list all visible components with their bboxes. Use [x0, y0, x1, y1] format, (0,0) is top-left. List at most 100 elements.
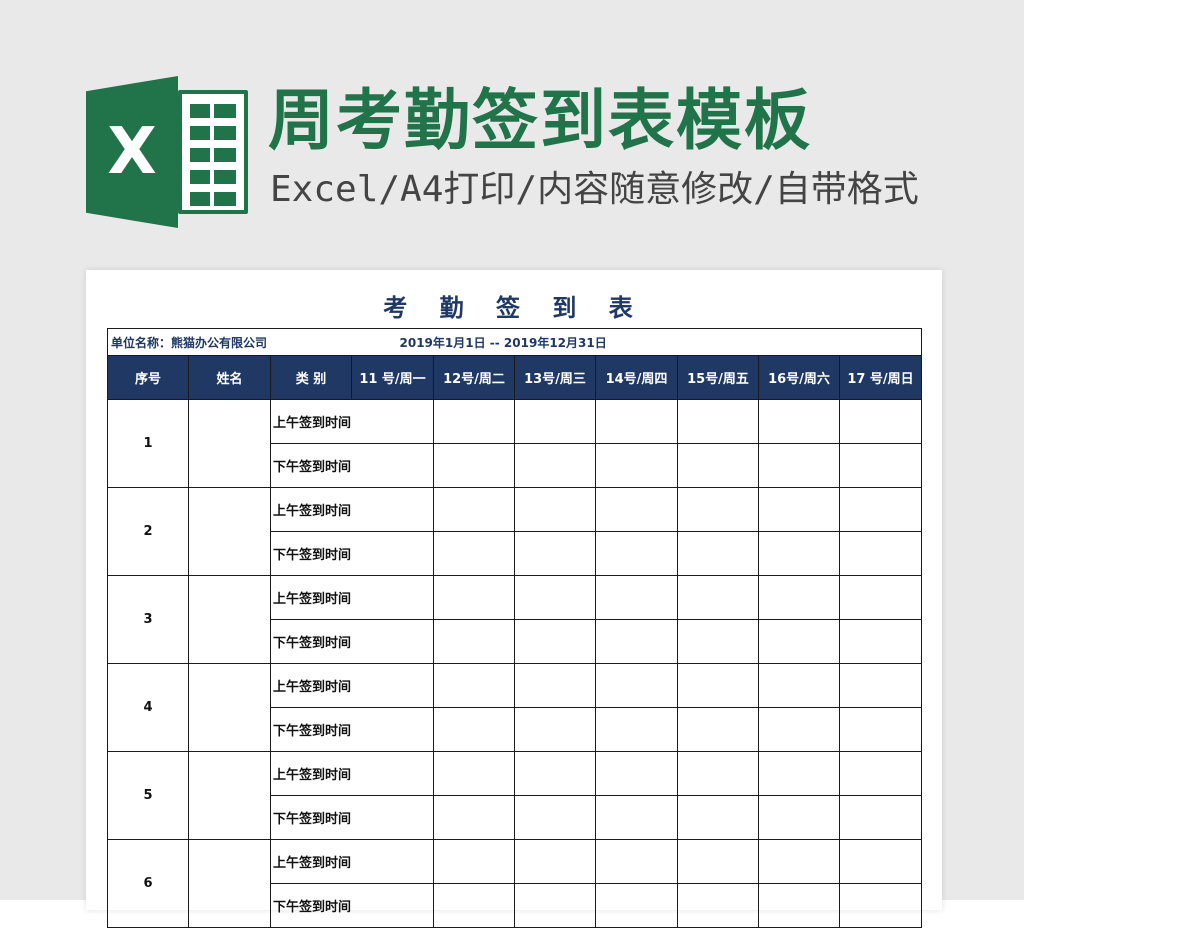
- signin-cell[interactable]: [677, 751, 759, 796]
- signin-cell[interactable]: [514, 663, 596, 708]
- signin-cell[interactable]: [839, 707, 922, 752]
- name-cell[interactable]: [188, 751, 271, 840]
- signin-cell[interactable]: [839, 883, 922, 928]
- signin-cell[interactable]: [758, 751, 840, 796]
- category-cell: 上午签到时间: [270, 839, 352, 884]
- table-row: 1 上午签到时间: [107, 399, 922, 488]
- signin-cell[interactable]: [839, 619, 922, 664]
- signin-cell[interactable]: [758, 619, 840, 664]
- signin-cell[interactable]: [514, 707, 596, 752]
- signin-cell[interactable]: [351, 707, 434, 752]
- column-header: 16号/周六: [758, 355, 840, 400]
- signin-cell[interactable]: [433, 795, 515, 840]
- signin-cell[interactable]: [839, 443, 922, 488]
- table-row: 2 上午签到时间: [107, 487, 922, 576]
- name-cell[interactable]: [188, 575, 271, 664]
- signin-cell[interactable]: [758, 663, 840, 708]
- signin-cell[interactable]: [514, 751, 596, 796]
- signin-cell[interactable]: [351, 751, 434, 796]
- signin-cell[interactable]: [595, 531, 678, 576]
- signin-cell[interactable]: [433, 839, 515, 884]
- signin-cell[interactable]: [677, 619, 759, 664]
- signin-cell[interactable]: [677, 707, 759, 752]
- signin-cell[interactable]: [595, 795, 678, 840]
- signin-cell[interactable]: [758, 795, 840, 840]
- signin-cell[interactable]: [595, 707, 678, 752]
- signin-cell[interactable]: [514, 487, 596, 532]
- signin-cell[interactable]: [351, 839, 434, 884]
- signin-cell[interactable]: [595, 619, 678, 664]
- signin-cell[interactable]: [595, 663, 678, 708]
- signin-cell[interactable]: [514, 531, 596, 576]
- seq-cell: 4: [107, 663, 189, 752]
- signin-cell[interactable]: [514, 795, 596, 840]
- signin-cell[interactable]: [433, 883, 515, 928]
- signin-cell[interactable]: [595, 487, 678, 532]
- signin-cell[interactable]: [514, 399, 596, 444]
- name-cell[interactable]: [188, 399, 271, 488]
- signin-cell[interactable]: [677, 883, 759, 928]
- attendance-table: 单位名称：熊猫办公有限公司 2019年1月1日 -- 2019年12月31日 序…: [107, 328, 922, 928]
- signin-cell[interactable]: [595, 575, 678, 620]
- signin-cell[interactable]: [433, 575, 515, 620]
- name-cell[interactable]: [188, 487, 271, 576]
- signin-cell[interactable]: [433, 399, 515, 444]
- signin-cell[interactable]: [758, 443, 840, 488]
- signin-cell[interactable]: [595, 883, 678, 928]
- name-cell[interactable]: [188, 663, 271, 752]
- signin-cell[interactable]: [758, 707, 840, 752]
- signin-cell[interactable]: [839, 399, 922, 444]
- signin-cell[interactable]: [433, 663, 515, 708]
- table-row: 6 上午签到时间: [107, 839, 922, 928]
- signin-cell[interactable]: [351, 443, 434, 488]
- signin-cell[interactable]: [351, 531, 434, 576]
- signin-cell[interactable]: [351, 795, 434, 840]
- signin-cell[interactable]: [758, 883, 840, 928]
- signin-cell[interactable]: [758, 531, 840, 576]
- signin-cell[interactable]: [595, 839, 678, 884]
- signin-cell[interactable]: [677, 795, 759, 840]
- signin-cell[interactable]: [677, 443, 759, 488]
- signin-cell[interactable]: [839, 795, 922, 840]
- signin-cell[interactable]: [514, 575, 596, 620]
- signin-cell[interactable]: [839, 751, 922, 796]
- table-row: 5 上午签到时间: [107, 751, 922, 840]
- signin-cell[interactable]: [351, 487, 434, 532]
- signin-cell[interactable]: [839, 575, 922, 620]
- signin-cell[interactable]: [433, 487, 515, 532]
- signin-cell[interactable]: [839, 839, 922, 884]
- signin-cell[interactable]: [758, 399, 840, 444]
- signin-cell[interactable]: [595, 399, 678, 444]
- signin-cell[interactable]: [351, 663, 434, 708]
- signin-cell[interactable]: [677, 487, 759, 532]
- signin-cell[interactable]: [351, 575, 434, 620]
- signin-cell[interactable]: [677, 531, 759, 576]
- signin-cell[interactable]: [433, 751, 515, 796]
- signin-cell[interactable]: [839, 487, 922, 532]
- signin-cell[interactable]: [351, 399, 434, 444]
- signin-cell[interactable]: [758, 487, 840, 532]
- signin-cell[interactable]: [433, 707, 515, 752]
- signin-cell[interactable]: [433, 531, 515, 576]
- signin-cell[interactable]: [758, 839, 840, 884]
- name-cell[interactable]: [188, 839, 271, 928]
- column-header: 17 号/周日: [839, 355, 922, 400]
- signin-cell[interactable]: [514, 839, 596, 884]
- signin-cell[interactable]: [677, 575, 759, 620]
- signin-cell[interactable]: [758, 575, 840, 620]
- signin-cell[interactable]: [514, 443, 596, 488]
- signin-cell[interactable]: [351, 619, 434, 664]
- signin-cell[interactable]: [839, 531, 922, 576]
- signin-cell[interactable]: [595, 751, 678, 796]
- signin-cell[interactable]: [514, 619, 596, 664]
- signin-cell[interactable]: [433, 619, 515, 664]
- signin-cell[interactable]: [514, 883, 596, 928]
- signin-cell[interactable]: [839, 663, 922, 708]
- signin-cell[interactable]: [677, 399, 759, 444]
- signin-cell[interactable]: [677, 663, 759, 708]
- signin-cell[interactable]: [433, 443, 515, 488]
- signin-cell[interactable]: [677, 839, 759, 884]
- signin-cell[interactable]: [595, 443, 678, 488]
- sheet-title: 考 勤 签 到 表: [383, 294, 645, 322]
- signin-cell[interactable]: [351, 883, 434, 928]
